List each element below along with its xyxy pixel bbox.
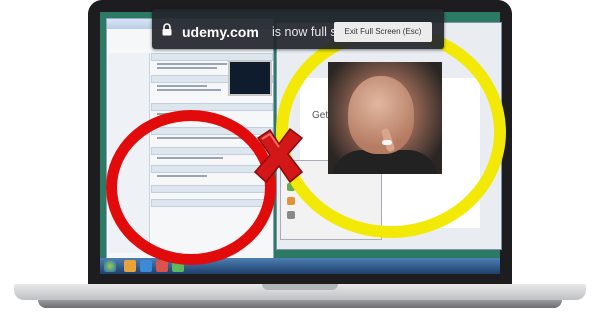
- detail-line: [157, 63, 227, 65]
- taskbar-app-icon[interactable]: [124, 260, 136, 272]
- cross-icon: [253, 127, 304, 184]
- fullscreen-domain: udemy.com: [182, 24, 259, 40]
- detail-line: [157, 85, 207, 87]
- taskbar: [100, 258, 500, 274]
- detail-section-display: [151, 103, 273, 111]
- start-menu-item-icon: [287, 211, 295, 219]
- laptop-base-bottom: [38, 300, 562, 308]
- laptop-notch: [262, 284, 338, 290]
- exit-fullscreen-button[interactable]: Exit Full Screen (Esc): [334, 22, 432, 42]
- detail-line: [157, 67, 217, 69]
- vm-preview-thumbnail: [228, 60, 272, 96]
- taskbar-app-icon[interactable]: [140, 260, 152, 272]
- start-menu-item-icon: [287, 197, 295, 205]
- lock-icon: [162, 23, 172, 36]
- detail-line: [157, 89, 221, 91]
- windows-start-icon[interactable]: [104, 260, 116, 272]
- yellow-circle-annotation: [276, 26, 506, 238]
